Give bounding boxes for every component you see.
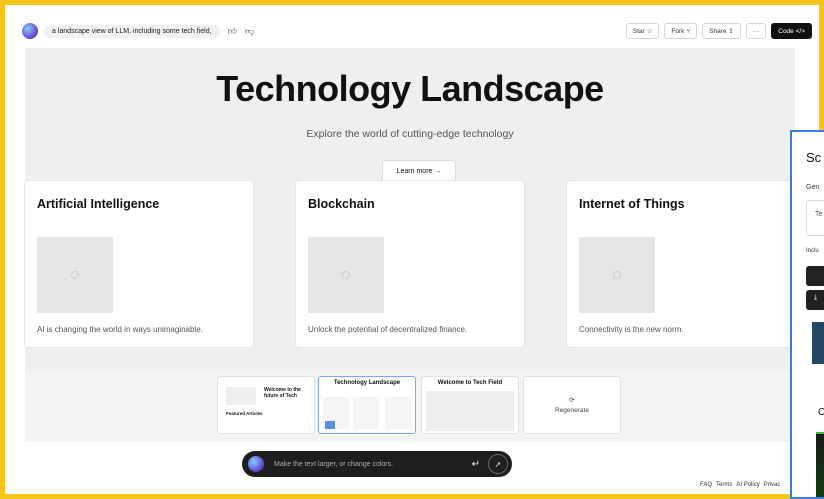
card-blockchain[interactable]: Blockchain Unlock the potential of decen…: [296, 181, 524, 347]
panel-input[interactable]: Te: [806, 200, 824, 236]
footer-links: FAQ Terms AI Policy Privac: [700, 482, 780, 488]
image-icon: [613, 271, 621, 279]
card-title: Artificial Intelligence: [37, 197, 160, 211]
image-icon: [71, 271, 79, 279]
prompt-text[interactable]: a landscape view of LLM, including some …: [44, 24, 220, 38]
footer-link-terms[interactable]: Terms: [716, 482, 732, 488]
panel-title: Sc: [806, 150, 822, 165]
version-thumb-2[interactable]: Technology Landscape: [318, 376, 416, 434]
regenerate-button[interactable]: ⟳ Regenerate: [523, 376, 621, 434]
footer-link-privacy[interactable]: Privac: [764, 482, 781, 488]
panel-heading: O: [818, 407, 824, 418]
thumbs-down-icon[interactable]: 👎︎: [245, 26, 254, 37]
panel-image: [812, 322, 824, 364]
page-title: Technology Landscape: [216, 68, 604, 109]
top-bar: a landscape view of LLM, including some …: [10, 16, 816, 46]
version-thumb-3[interactable]: Welcome to Tech Field: [421, 376, 519, 434]
panel-button[interactable]: [806, 266, 824, 286]
footer-link-faq[interactable]: FAQ: [700, 482, 712, 488]
version-thumb-1[interactable]: Welcome to the future of Tech Featured A…: [217, 376, 315, 434]
panel-label: Gen: [806, 184, 820, 191]
avatar: [248, 456, 264, 472]
card-title: Internet of Things: [579, 197, 685, 211]
download-button[interactable]: ⤓: [806, 290, 824, 310]
panel-include-label: Inclu: [806, 248, 819, 254]
version-strip: Welcome to the future of Tech Featured A…: [25, 370, 795, 442]
user-avatar[interactable]: [22, 23, 38, 39]
page-subtitle: Explore the world of cutting-edge techno…: [306, 128, 514, 140]
card-title: Blockchain: [308, 197, 375, 211]
learn-more-button[interactable]: Learn more →: [382, 160, 456, 182]
side-panel[interactable]: Sc Gen Te Inclu ⤓ O: [790, 130, 824, 499]
card-ai[interactable]: Artificial Intelligence AI is changing t…: [25, 181, 253, 347]
card-text: Unlock the potential of decentralized fi…: [308, 325, 468, 334]
code-button[interactable]: Code </>: [771, 23, 812, 39]
cursor-select-icon[interactable]: ➚: [488, 454, 508, 474]
thumbs-up-icon[interactable]: 👍︎: [228, 26, 237, 37]
enter-icon[interactable]: ↵: [472, 459, 480, 470]
star-button[interactable]: Star ☆: [625, 23, 660, 39]
share-button[interactable]: Share ⇪: [702, 23, 741, 39]
fork-button[interactable]: Fork ⑂: [664, 23, 698, 39]
chat-input[interactable]: Make the text larger, or change colors.: [274, 461, 472, 468]
chat-bar[interactable]: Make the text larger, or change colors. …: [242, 451, 512, 477]
image-placeholder: [579, 237, 655, 313]
image-icon: [342, 271, 350, 279]
image-placeholder: [308, 237, 384, 313]
card-text: AI is changing the world in ways unimagi…: [37, 325, 203, 334]
panel-chart-image: [816, 432, 824, 497]
card-iot[interactable]: Internet of Things Connectivity is the n…: [567, 181, 795, 347]
card-text: Connectivity is the new norm.: [579, 325, 684, 334]
refresh-icon: ⟳: [569, 397, 575, 404]
preview-canvas: Technology Landscape Explore the world o…: [25, 48, 795, 370]
more-button[interactable]: ···: [745, 23, 767, 39]
image-placeholder: [37, 237, 113, 313]
footer-link-ai-policy[interactable]: AI Policy: [736, 482, 759, 488]
